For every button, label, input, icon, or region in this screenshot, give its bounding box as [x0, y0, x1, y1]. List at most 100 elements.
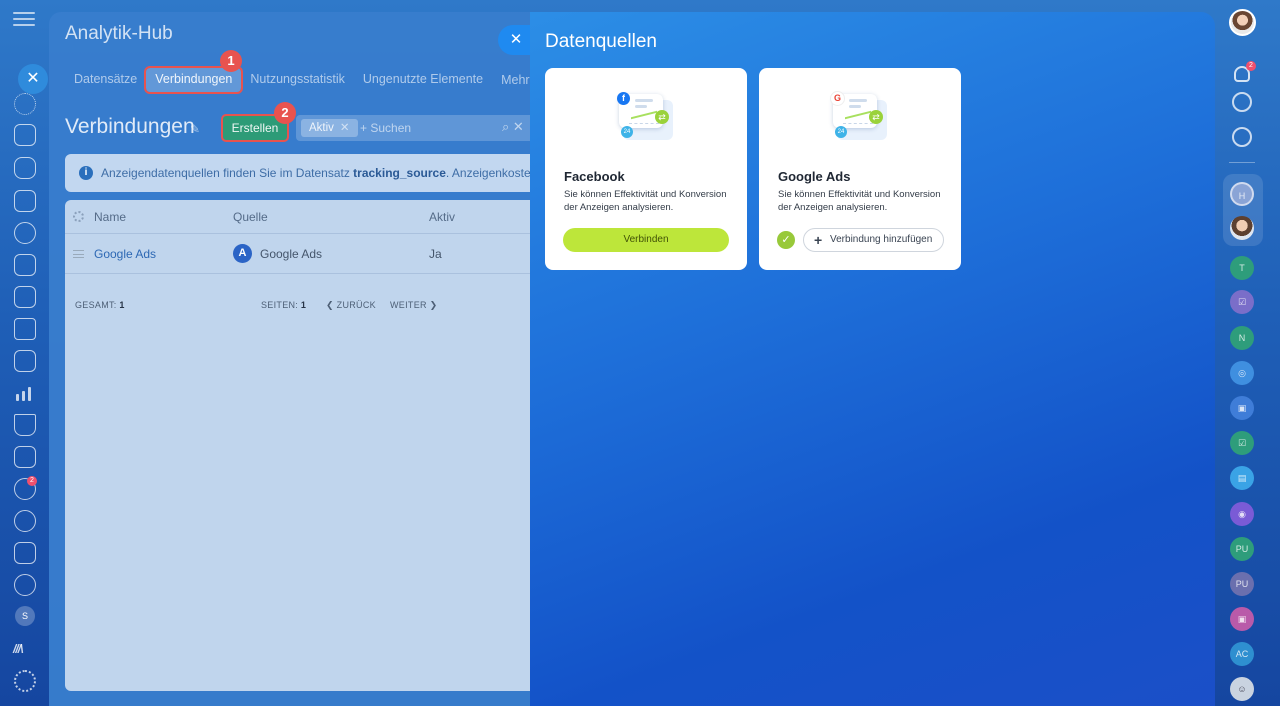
panel-title: Datenquellen: [545, 31, 657, 52]
sync-icon: ⇄: [869, 110, 883, 124]
hamburger-menu-icon[interactable]: [13, 12, 35, 28]
facebook-card[interactable]: f ⇄ 24 Facebook Sie können Effektivität …: [545, 68, 747, 270]
column-header-name[interactable]: Name: [94, 200, 126, 234]
add-connection-button[interactable]: + Verbindung hinzufügen: [803, 228, 944, 252]
filter-chip-label: Aktiv: [309, 122, 334, 134]
task-chat-green-icon[interactable]: ☑: [1230, 431, 1254, 455]
page-count: SEITEN: 1: [261, 300, 307, 310]
prev-page-button[interactable]: ❮ ZURÜCK: [326, 300, 376, 311]
avatar-pu-1[interactable]: PU: [1230, 537, 1254, 561]
column-header-active[interactable]: Aktiv: [429, 200, 455, 234]
column-header-source[interactable]: Quelle: [233, 200, 268, 234]
tab-datasets[interactable]: Datensätze: [65, 68, 146, 92]
funnel-badge: 2: [27, 476, 37, 486]
tab-bar: Datensätze Verbindungen Nutzungsstatisti…: [65, 66, 530, 94]
google-ads-card[interactable]: G ⇄ 24 Google Ads Sie können Effektivitä…: [759, 68, 961, 270]
connected-check-icon: ✓: [777, 231, 795, 249]
hours-badge: 24: [835, 126, 847, 138]
hours-badge: 24: [621, 126, 633, 138]
row-menu-icon[interactable]: [73, 250, 84, 258]
message-chat-icon[interactable]: ▤: [1230, 466, 1254, 490]
search-filter[interactable]: Aktiv ✕ + Suchen ⌕ ✕: [296, 115, 530, 141]
avatar-n[interactable]: N: [1230, 326, 1254, 350]
step-badge-2: 2: [274, 102, 296, 124]
data-sources-panel: Datenquellen f ⇄ 24 Facebook Sie können …: [530, 12, 1215, 706]
card-description: Sie können Effektivität und Konversion d…: [778, 189, 941, 213]
next-page-button[interactable]: WEITER ❯: [390, 300, 437, 311]
dataset-link[interactable]: tracking_source: [353, 166, 446, 180]
row-source: Google Ads: [260, 247, 323, 261]
chat-icon[interactable]: [14, 157, 36, 179]
avatar-pu-2[interactable]: PU: [1230, 572, 1254, 596]
target-chat-icon[interactable]: ◉: [1230, 502, 1254, 526]
add-contacts-icon[interactable]: ☺: [1230, 677, 1254, 701]
avatar-h[interactable]: H: [1230, 182, 1254, 206]
connections-table: Name Quelle Aktiv Google Ads A Google Ad…: [65, 200, 530, 691]
profile-avatar[interactable]: [1229, 9, 1256, 36]
window-title: Analytik-Hub: [65, 23, 173, 44]
copilot-icon[interactable]: [1232, 92, 1252, 112]
activity-icon[interactable]: [14, 93, 36, 115]
document-icon[interactable]: [14, 254, 36, 276]
avatar-ac[interactable]: AC: [1230, 642, 1254, 666]
sidebar-divider: [1229, 162, 1255, 163]
search-icon[interactable]: ⌕ ✕: [502, 119, 524, 135]
plus-icon: +: [814, 232, 823, 248]
row-active: Ja: [429, 247, 442, 261]
sync-icon: ⇄: [655, 110, 669, 124]
search-chat-icon[interactable]: [1232, 127, 1252, 147]
calendar-icon[interactable]: [14, 190, 36, 212]
row-name-link[interactable]: Google Ads: [94, 234, 156, 274]
crm-icon[interactable]: [14, 318, 36, 340]
step-badge-1: 1: [220, 50, 242, 72]
locked-chat-icon[interactable]: ▣: [1230, 396, 1254, 420]
tab-unused-elements[interactable]: Ungenutzte Elemente: [354, 68, 492, 92]
booking-icon[interactable]: [14, 446, 36, 468]
page-title: Verbindungen: [65, 115, 195, 138]
facebook-logo-icon: f: [617, 92, 630, 105]
slider-close-icon[interactable]: ✕: [498, 25, 530, 55]
contacts-icon[interactable]: [14, 222, 36, 244]
user-avatar-s[interactable]: S: [15, 606, 35, 626]
marketplace-icon[interactable]: [14, 574, 36, 596]
close-icon[interactable]: ✕: [18, 64, 48, 94]
total-count: GESAMT: 1: [75, 300, 125, 310]
shop-cart-icon[interactable]: [14, 414, 36, 436]
table-header: Name Quelle Aktiv: [65, 200, 530, 234]
card-description: Sie können Effektivität und Konversion d…: [564, 189, 727, 213]
pin-icon[interactable]: ✎: [190, 122, 200, 136]
task-chat-icon[interactable]: ☑: [1230, 290, 1254, 314]
goals-icon[interactable]: [14, 510, 36, 532]
brand-logo[interactable]: ///\: [13, 642, 23, 656]
table-row[interactable]: Google Ads A Google Ads Ja: [65, 234, 530, 274]
column-settings-icon[interactable]: [73, 211, 84, 222]
filter-chip-active[interactable]: Aktiv ✕: [301, 119, 358, 137]
chip-remove-icon[interactable]: ✕: [340, 122, 350, 134]
settings-gear-icon[interactable]: [14, 670, 36, 692]
locked-chat-pink-icon[interactable]: ▣: [1230, 607, 1254, 631]
google-ads-illustration-icon: G ⇄ 24: [831, 92, 891, 146]
notification-badge: 2: [1246, 61, 1256, 71]
feed-icon[interactable]: [14, 124, 36, 146]
tasks-icon[interactable]: [14, 286, 36, 308]
search-input[interactable]: + Suchen: [360, 121, 411, 135]
info-icon: i: [79, 166, 93, 180]
sites-icon[interactable]: [14, 350, 36, 372]
avatar-user-photo[interactable]: [1230, 216, 1254, 240]
tab-usage-stats[interactable]: Nutzungsstatistik: [241, 68, 353, 92]
avatar-t[interactable]: T: [1230, 256, 1254, 280]
connect-button[interactable]: Verbinden: [563, 228, 729, 252]
facebook-illustration-icon: f ⇄ 24: [617, 92, 677, 146]
tab-more[interactable]: Mehr ⌄: [492, 68, 530, 92]
right-sidebar: 2 H T ☑ N ◎ ▣ ☑ ▤ ◉ PU PU ▣ AC ☺: [1215, 0, 1280, 706]
card-title: Facebook: [564, 169, 625, 184]
analytics-hub-window: Analytik-Hub Datensätze Verbindungen Nut…: [49, 12, 530, 706]
google-logo-icon: G: [831, 92, 844, 105]
info-banner: i Anzeigendatenquellen finden Sie im Dat…: [65, 154, 530, 192]
analytics-icon[interactable]: [14, 382, 36, 404]
google-ads-logo-icon: A: [233, 244, 252, 263]
card-title: Google Ads: [778, 169, 851, 184]
add-connection-label: Verbindung hinzufügen: [830, 234, 933, 245]
sign-icon[interactable]: [14, 542, 36, 564]
group-chat-icon[interactable]: ◎: [1230, 361, 1254, 385]
